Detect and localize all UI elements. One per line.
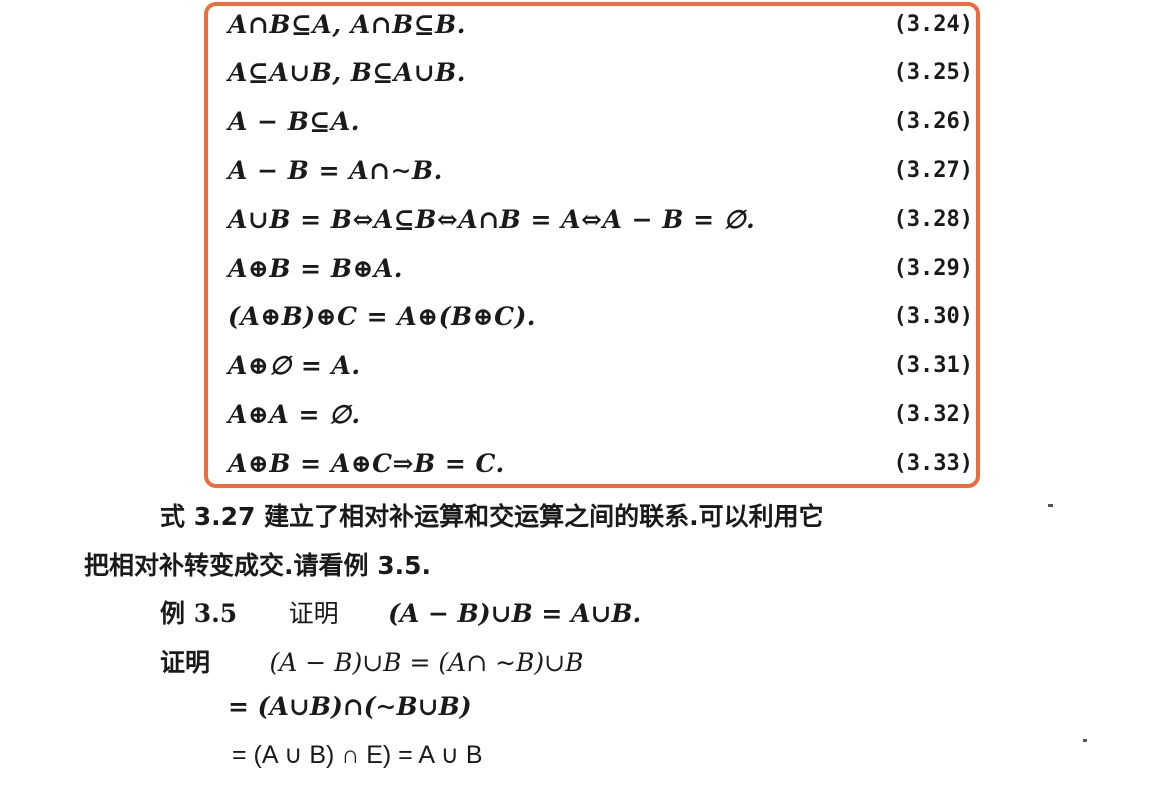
- equation-row: A⊆A∪B, B⊆A∪B. (3.25): [228, 56, 973, 90]
- paragraph-line-1: 式 3.27 建立了相对补运算和交运算之间的联系.可以利用它: [160, 502, 824, 531]
- equation-row: (A⊕B)⊕C = A⊕(B⊕C). (3.30): [228, 300, 973, 334]
- equation-formula: (A⊕B)⊕C = A⊕(B⊕C).: [228, 302, 537, 332]
- equation-formula: A∪B = B⇔A⊆B⇔A∩B = A⇔A − B = ∅.: [228, 204, 756, 234]
- proof-step-2: = (A∪B)∩(∼B∪B): [228, 692, 472, 721]
- equation-row: A − B = A∩∼B. (3.27): [228, 153, 973, 187]
- proof-label: 证明: [160, 648, 211, 677]
- equation-number: (3.24): [893, 11, 973, 37]
- equation-row: A⊕∅ = A. (3.31): [228, 349, 973, 383]
- equation-formula: A⊆A∪B, B⊆A∪B.: [228, 58, 466, 88]
- equation-number: (3.27): [893, 157, 973, 183]
- proof-line-1: 证明 (A − B)∪B = (A∩ ∼B)∪B: [160, 643, 583, 679]
- equation-formula: A⊕∅ = A.: [228, 351, 361, 381]
- equation-number: (3.29): [893, 255, 973, 281]
- equation-row: A − B⊆A. (3.26): [228, 105, 973, 139]
- equation-row: A⊕B = B⊕A. (3.29): [228, 251, 973, 285]
- equation-number: (3.26): [893, 109, 973, 135]
- proof-step-1: (A − B)∪B = (A∩ ∼B)∪B: [269, 648, 584, 677]
- equation-number: (3.30): [893, 304, 973, 330]
- equation-row: A⊕A = ∅. (3.32): [228, 397, 973, 431]
- equation-number: (3.33): [893, 450, 973, 476]
- equation-formula: A⊕B = A⊕C⇒B = C.: [228, 448, 505, 478]
- equation-row: A∩B⊆A, A∩B⊆B. (3.24): [228, 7, 973, 41]
- paragraph-line-2: 把相对补转变成交.请看例 3.5.: [84, 551, 431, 580]
- example-line: 例 3.5 证明 (A − B)∪B = A∪B.: [160, 594, 641, 630]
- example-label: 例 3.5: [160, 599, 238, 628]
- equation-row: A∪B = B⇔A⊆B⇔A∩B = A⇔A − B = ∅. (3.28): [228, 202, 973, 236]
- equation-number: (3.25): [893, 60, 973, 86]
- equation-number: (3.31): [893, 353, 973, 379]
- stray-mark: [1083, 739, 1087, 742]
- equation-row: A⊕B = A⊕C⇒B = C. (3.33): [228, 446, 973, 480]
- equation-number: (3.28): [893, 206, 973, 232]
- example-statement: (A − B)∪B = A∪B.: [388, 599, 642, 628]
- equation-formula: A − B⊆A.: [228, 107, 360, 137]
- equation-formula: A⊕B = B⊕A.: [228, 253, 404, 283]
- example-verb: 证明: [288, 599, 339, 628]
- proof-step-3: = (A ∪ B) ∩ E) = A ∪ B: [232, 741, 483, 769]
- equation-formula: A⊕A = ∅.: [228, 399, 361, 429]
- equation-formula: A∩B⊆A, A∩B⊆B.: [228, 9, 466, 39]
- equation-number: (3.32): [893, 401, 973, 427]
- equation-formula: A − B = A∩∼B.: [228, 155, 443, 185]
- margin-mark: [1048, 504, 1053, 507]
